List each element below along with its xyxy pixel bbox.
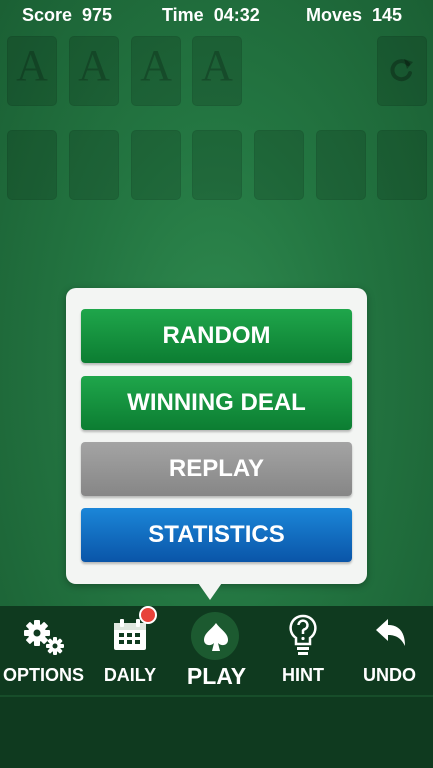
undo-label: UNDO	[363, 665, 416, 685]
daily-label: DAILY	[103, 665, 157, 685]
play-menu-popup: RANDOM WINNING DEAL REPLAY STATISTICS	[66, 288, 367, 584]
undo-arrow-icon	[376, 619, 405, 646]
foundation-slot-1[interactable]: A	[7, 36, 57, 106]
foundation-letter: A	[16, 41, 48, 90]
bottom-nav-bar: OPTIONS DAILY PLAY HINT UNDO	[0, 606, 433, 768]
play-label: PLAY	[186, 663, 247, 689]
statistics-button[interactable]: STATISTICS	[81, 508, 352, 562]
tableau-slot-2[interactable]	[69, 130, 119, 200]
tableau-slot-4[interactable]	[192, 130, 242, 200]
hint-label: HINT	[282, 665, 324, 685]
foundation-letter: A	[140, 41, 172, 90]
score-label: Score	[22, 5, 73, 25]
score-display: Score 975	[22, 5, 112, 26]
foundation-slot-2[interactable]: A	[69, 36, 119, 106]
divider	[0, 695, 433, 697]
time-value: 04:32	[213, 5, 260, 25]
undo-button[interactable]: UNDO	[346, 606, 433, 694]
time-label: Time	[162, 5, 204, 25]
tableau-slot-7[interactable]	[377, 130, 427, 200]
spade-icon	[204, 623, 228, 651]
tableau-slot-1[interactable]	[7, 130, 57, 200]
foundation-letter: A	[78, 41, 110, 90]
options-button[interactable]: OPTIONS	[0, 606, 87, 694]
daily-button[interactable]: DAILY	[87, 606, 173, 694]
foundation-letter: A	[201, 41, 233, 90]
winning-deal-button[interactable]: WINNING DEAL	[81, 376, 352, 430]
recycle-icon	[390, 59, 413, 82]
hint-button[interactable]: HINT	[260, 606, 346, 694]
random-button[interactable]: RANDOM	[81, 309, 352, 363]
moves-value: 145	[372, 5, 403, 25]
replay-button[interactable]: REPLAY	[81, 442, 352, 496]
tableau-slot-3[interactable]	[131, 130, 181, 200]
moves-display: Moves 145	[306, 5, 402, 26]
foundation-slot-4[interactable]: A	[192, 36, 242, 106]
tableau-slot-5[interactable]	[254, 130, 304, 200]
play-button[interactable]: PLAY	[173, 606, 260, 694]
stock-pile[interactable]	[377, 36, 427, 106]
foundation-slot-3[interactable]: A	[131, 36, 181, 106]
score-value: 975	[82, 5, 113, 25]
popup-pointer	[196, 580, 224, 600]
tableau-slot-6[interactable]	[316, 130, 366, 200]
time-display: Time 04:32	[162, 5, 260, 26]
lightbulb-question-icon	[289, 614, 317, 655]
options-label: OPTIONS	[2, 665, 84, 685]
gears-icon	[24, 620, 64, 655]
status-bar: Score 975 Time 04:32 Moves 145	[0, 0, 433, 30]
notification-badge	[139, 606, 157, 624]
calendar-icon	[114, 619, 146, 650]
moves-label: Moves	[306, 5, 363, 25]
